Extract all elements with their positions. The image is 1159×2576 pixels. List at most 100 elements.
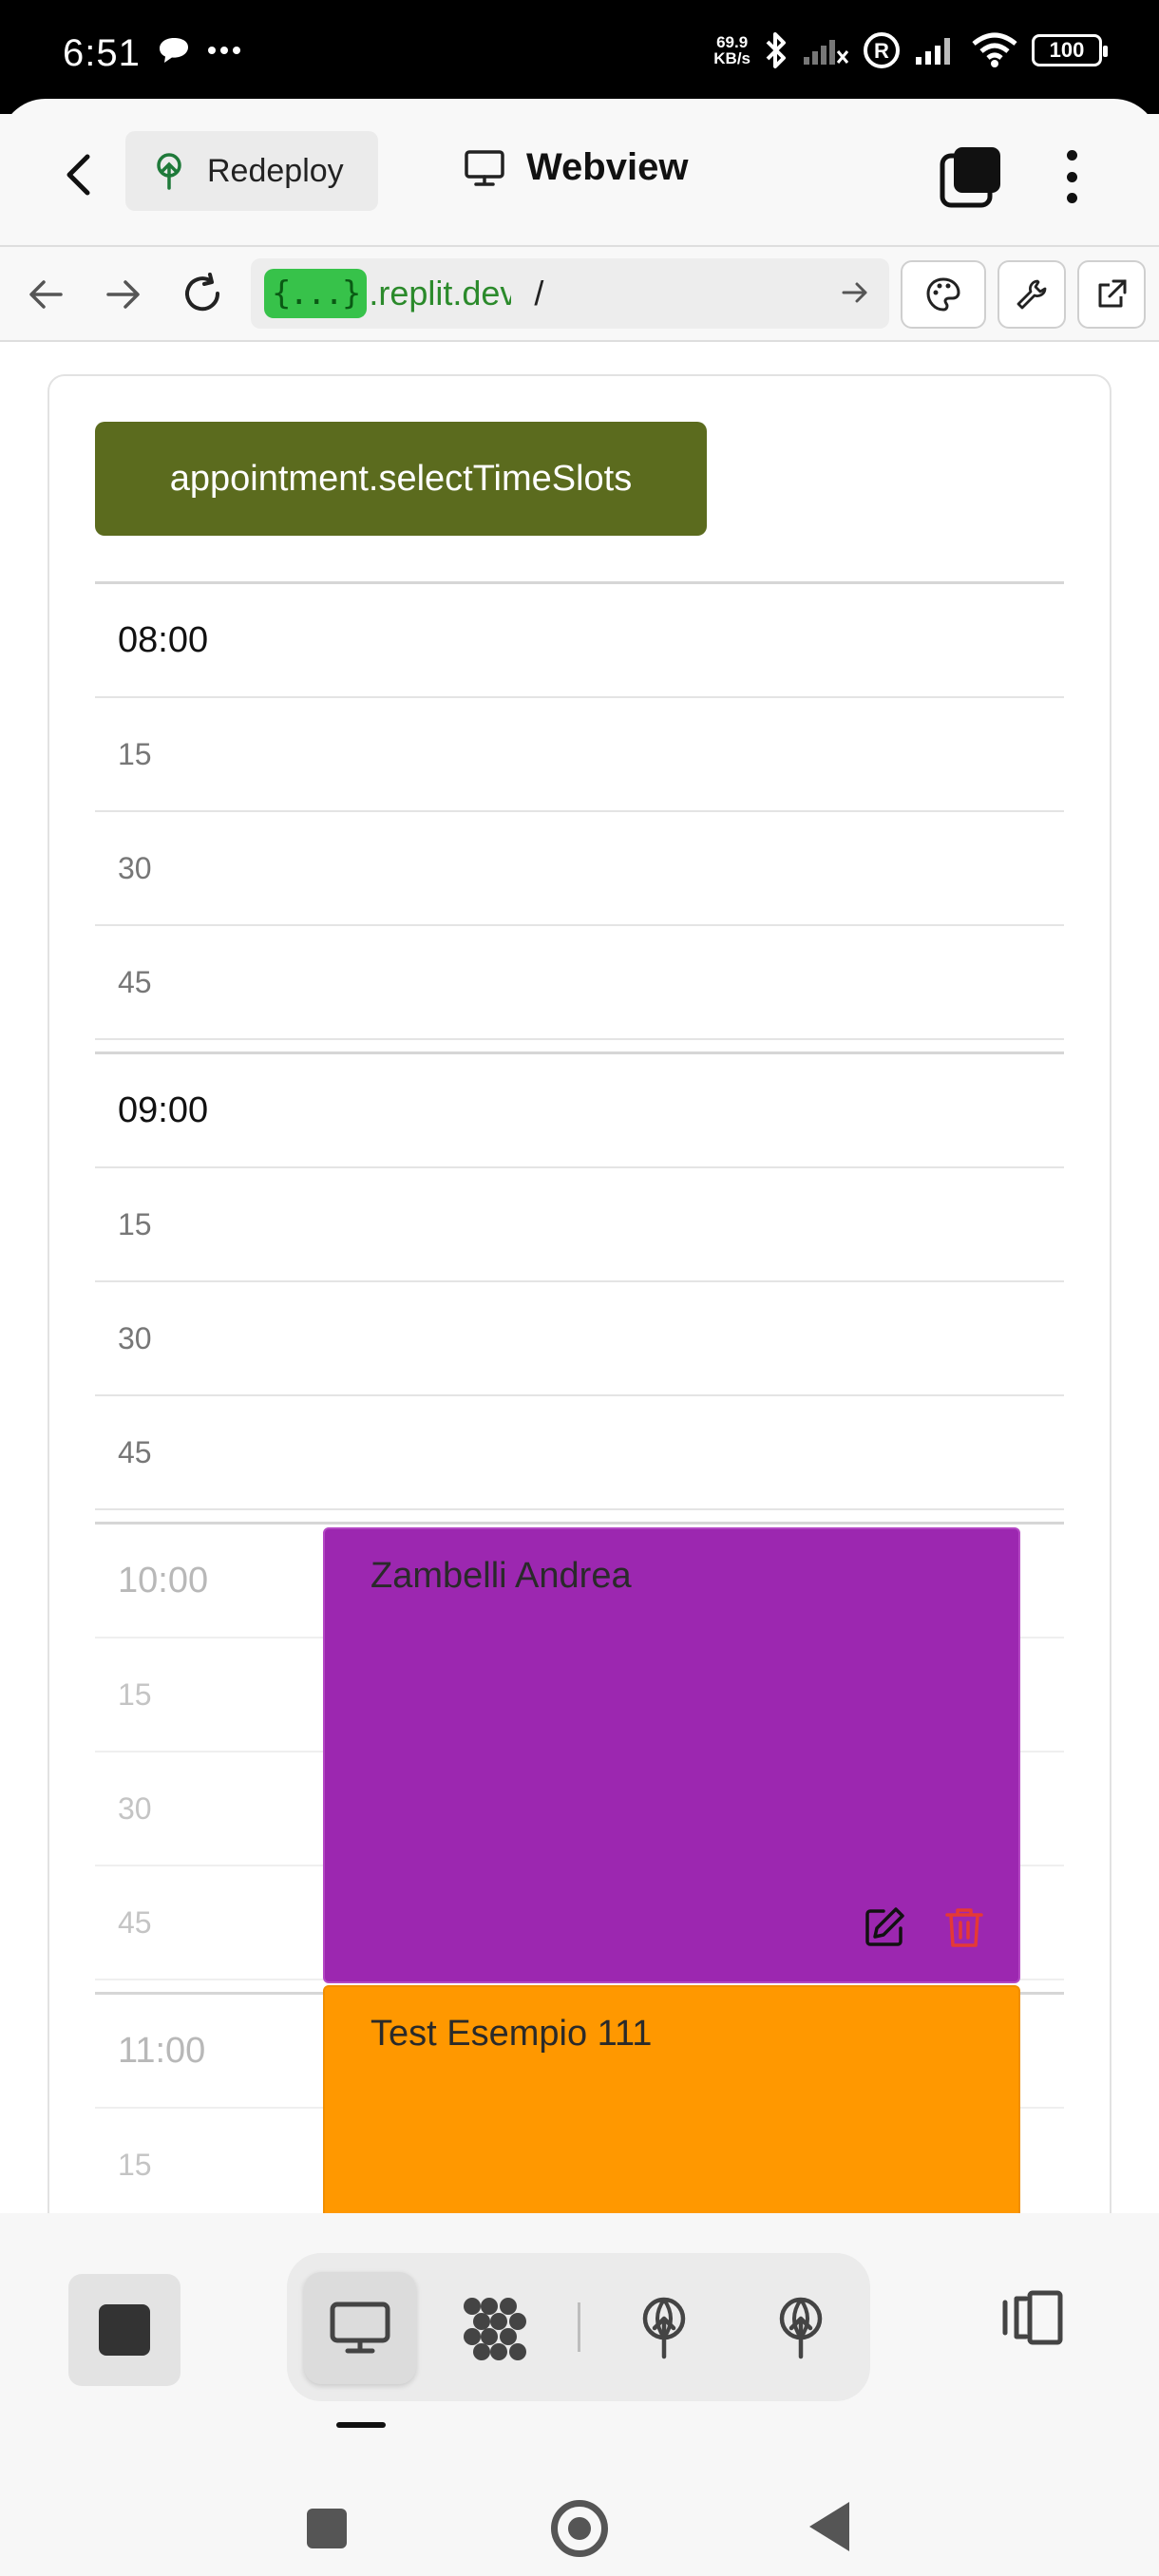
status-right-icons: 69.9 KB/s R 100	[713, 30, 1108, 70]
slot-minute-label: 45	[118, 964, 152, 999]
webview-label: Webview	[526, 146, 689, 188]
extensions-icon	[464, 2298, 526, 2360]
time-slot[interactable]: 45	[95, 926, 1064, 1040]
deploy-tool-button[interactable]	[608, 2272, 720, 2384]
arrow-right-icon	[106, 280, 140, 309]
open-external-button[interactable]	[1077, 260, 1146, 329]
redeploy-label: Redeploy	[207, 152, 344, 189]
time-slot[interactable]: 09:00	[95, 1054, 1064, 1168]
appointment-name: Test Esempio 111	[370, 2014, 653, 2054]
stop-button[interactable]	[68, 2274, 180, 2386]
deploy-icon	[779, 2297, 823, 2359]
slot-hour-label: 08:00	[118, 619, 209, 660]
network-speed-value: 69.9	[716, 33, 749, 51]
network-speed-unit: KB/s	[713, 49, 750, 67]
time-slot[interactable]: 30	[95, 812, 1064, 926]
extensions-tool-button[interactable]	[441, 2272, 553, 2384]
palette-icon	[926, 277, 960, 312]
appointment-name: Zambelli Andrea	[370, 1556, 632, 1596]
status-time: 6:51	[63, 32, 141, 74]
url-bar: {...} .replit.dev /	[0, 245, 1159, 342]
calendar-card: appointment.selectTimeSlots 08:00 15 30 …	[48, 374, 1112, 2213]
url-badge: {...}	[264, 269, 368, 318]
signal-off-icon	[804, 40, 849, 65]
wrench-icon	[1016, 279, 1047, 310]
hour-block-0900: 09:00 15 30 45	[95, 1051, 1064, 1510]
slot-hour-label: 11:00	[118, 2030, 206, 2071]
menu-dot	[1066, 193, 1077, 203]
slot-minute-label: 15	[118, 2147, 152, 2182]
slot-minute-label: 45	[118, 1904, 152, 1940]
deploy-tool-button-2[interactable]	[745, 2272, 857, 2384]
desktop-icon	[330, 2301, 390, 2354]
status-left-icons	[158, 36, 241, 65]
deploy-icon	[157, 153, 181, 190]
edit-icon[interactable]	[863, 1905, 906, 1949]
network-speed: 69.9 KB/s	[713, 34, 750, 66]
stop-icon	[99, 2304, 150, 2356]
url-host: .replit.dev	[369, 274, 512, 313]
battery-icon: 100	[1032, 34, 1108, 66]
reload-button[interactable]	[177, 268, 230, 321]
menu-dot	[1066, 150, 1077, 161]
theme-palette-button[interactable]	[901, 260, 986, 329]
registered-icon: R	[864, 32, 900, 68]
back-button[interactable]	[49, 146, 106, 203]
nav-forward-button[interactable]	[97, 268, 150, 321]
external-link-icon	[1098, 279, 1127, 308]
time-slot[interactable]: 15	[95, 698, 1064, 812]
redeploy-button[interactable]: Redeploy	[125, 131, 378, 211]
go-arrow-icon[interactable]	[840, 277, 870, 308]
time-slot[interactable]: 08:00	[95, 584, 1064, 698]
bluetooth-icon	[766, 32, 786, 68]
reload-icon	[185, 273, 220, 312]
home-icon	[568, 2517, 591, 2540]
active-tool-indicator	[336, 2422, 386, 2428]
slot-minute-label: 30	[118, 1320, 152, 1355]
more-menu-button[interactable]	[1053, 144, 1091, 209]
more-dots-icon	[208, 47, 240, 54]
slot-hour-label: 10:00	[118, 1560, 209, 1601]
appointment-actions	[863, 1905, 984, 1949]
chat-bubble-icon	[160, 38, 188, 63]
slot-minute-label: 15	[118, 1676, 152, 1712]
recents-button[interactable]	[307, 2509, 347, 2548]
deploy-icon	[642, 2297, 686, 2359]
app-header: Redeploy Webview	[0, 99, 1159, 247]
appointment-card[interactable]: Test Esempio 111	[323, 1985, 1020, 2213]
select-time-slots-button[interactable]: appointment.selectTimeSlots	[95, 422, 707, 536]
screen: 6:51 69.9 KB/s R 100 Redeploy Webview {.…	[0, 0, 1159, 2576]
webview-tool-button[interactable]	[304, 2272, 416, 2384]
url-input[interactable]: {...} .replit.dev /	[251, 258, 889, 329]
appointment-card[interactable]: Zambelli Andrea	[323, 1527, 1020, 1983]
slot-minute-label: 45	[118, 1434, 152, 1469]
system-back-button[interactable]	[809, 2502, 849, 2551]
home-button[interactable]	[551, 2500, 608, 2557]
tabs-switcher-icon[interactable]	[939, 144, 1003, 209]
tool-group	[287, 2253, 870, 2401]
tool-separator	[578, 2302, 580, 2352]
bottom-toolbar	[0, 2213, 1159, 2453]
slot-minute-label: 15	[118, 1206, 152, 1241]
webview-content: appointment.selectTimeSlots 08:00 15 30 …	[0, 342, 1159, 2213]
svg-text:R: R	[874, 39, 889, 63]
wifi-icon	[972, 32, 1017, 67]
nav-back-button[interactable]	[19, 268, 72, 321]
arrow-left-icon	[29, 280, 63, 309]
slot-minute-label: 30	[118, 850, 152, 885]
time-slot[interactable]: 15	[95, 1168, 1064, 1282]
time-slot[interactable]: 30	[95, 1282, 1064, 1396]
signal-icon	[916, 38, 950, 65]
url-path: /	[534, 274, 544, 313]
trash-icon[interactable]	[944, 1905, 984, 1949]
slot-minute-label: 30	[118, 1790, 152, 1826]
slot-hour-label: 09:00	[118, 1089, 209, 1130]
webview-tab-title: Webview	[464, 146, 688, 189]
devtools-button[interactable]	[998, 260, 1066, 329]
split-view-icon[interactable]	[998, 2289, 1066, 2346]
system-nav-bar	[0, 2453, 1159, 2576]
time-slot[interactable]: 45	[95, 1396, 1064, 1510]
menu-dot	[1066, 171, 1077, 182]
hour-block-0800: 08:00 15 30 45	[95, 581, 1064, 1040]
slot-minute-label: 15	[118, 736, 152, 771]
